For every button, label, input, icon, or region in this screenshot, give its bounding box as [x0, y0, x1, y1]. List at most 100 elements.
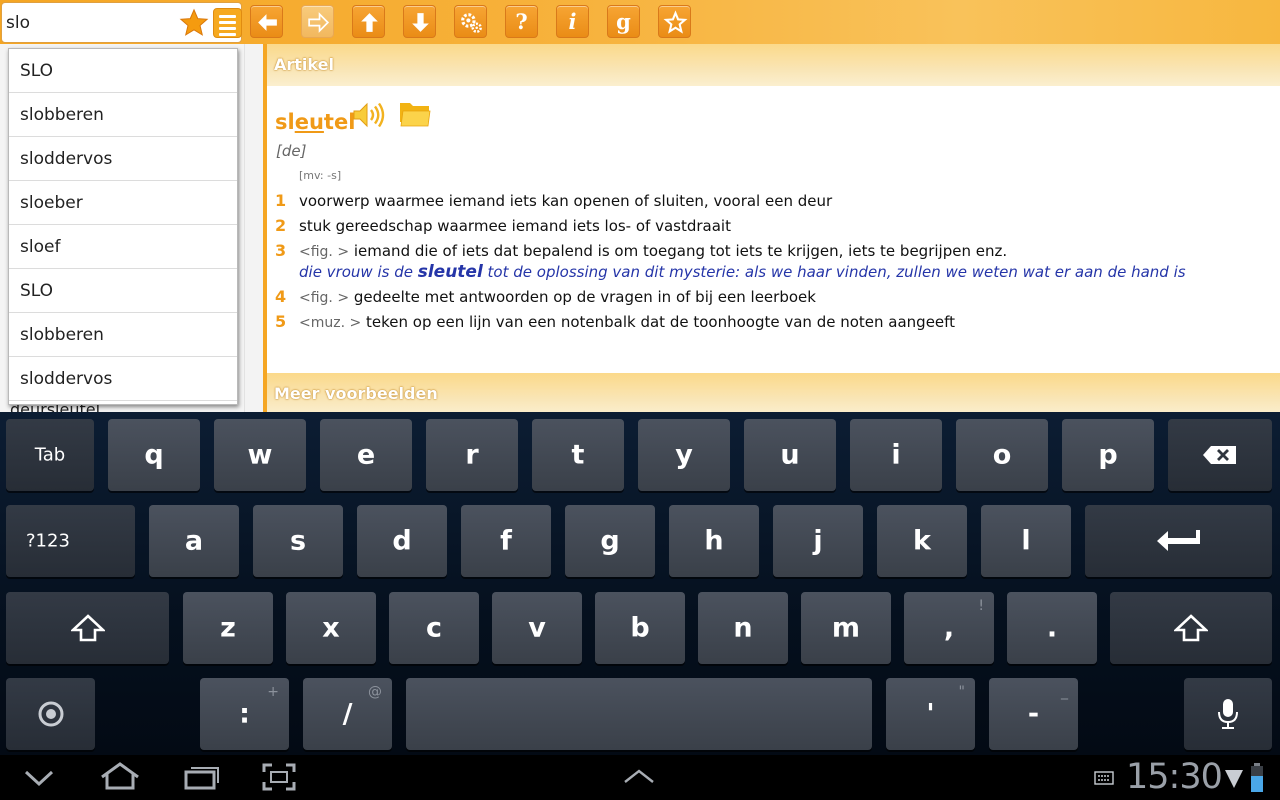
key-x[interactable]: x: [286, 592, 376, 664]
chevron-up-icon[interactable]: [622, 767, 656, 787]
suggestion-item[interactable]: sloddervos: [9, 137, 237, 181]
symbols-key[interactable]: ?123: [6, 505, 135, 577]
example-sentence: die vrouw is de sleutel tot de oplossing…: [299, 262, 1186, 282]
arrow-down-icon: [412, 13, 429, 32]
key-label: r: [465, 439, 479, 471]
key-s[interactable]: s: [253, 505, 343, 577]
key-e[interactable]: e: [320, 419, 412, 491]
suggestion-item[interactable]: SLO: [9, 49, 237, 93]
backspace-key[interactable]: [1168, 419, 1272, 491]
suggestion-item[interactable]: sloeber: [9, 181, 237, 225]
key-j[interactable]: j: [773, 505, 863, 577]
screenshot-icon[interactable]: [262, 763, 296, 791]
autocomplete-dropdown: SLO slobberen sloddervos sloeber sloef S…: [8, 48, 238, 405]
key-hyphen[interactable]: - _: [989, 678, 1078, 750]
more-examples-header[interactable]: Meer voorbeelden: [267, 373, 1280, 415]
article-header-label: Artikel: [274, 55, 334, 74]
key-c[interactable]: c: [389, 592, 479, 664]
info-button[interactable]: i: [556, 5, 589, 38]
key-alt-label: @: [368, 684, 382, 700]
grammar-button[interactable]: g: [607, 5, 640, 38]
key-g[interactable]: g: [565, 505, 655, 577]
key-y[interactable]: y: [638, 419, 730, 491]
key-h[interactable]: h: [669, 505, 759, 577]
speaker-icon[interactable]: [352, 101, 386, 129]
headword-part: sl: [275, 110, 295, 134]
sense-number: 2: [275, 216, 287, 235]
list-icon[interactable]: [213, 8, 242, 38]
folder-icon[interactable]: [399, 100, 431, 128]
search-box[interactable]: [1, 2, 242, 43]
key-label: d: [392, 525, 412, 557]
key-f[interactable]: f: [461, 505, 551, 577]
shift-key-left[interactable]: [6, 592, 169, 664]
key-apostrophe[interactable]: ' ": [886, 678, 975, 750]
sense-definition: stuk gereedschap waarmee iemand iets los…: [299, 217, 731, 235]
key-label: :: [239, 698, 250, 730]
key-v[interactable]: v: [492, 592, 582, 664]
key-colon[interactable]: : +: [200, 678, 289, 750]
arrow-right-icon: [308, 12, 330, 33]
hide-keyboard-icon[interactable]: [22, 765, 56, 789]
voice-input-key[interactable]: [1184, 678, 1272, 750]
back-button[interactable]: [250, 5, 283, 38]
key-b[interactable]: b: [595, 592, 685, 664]
sense-context: <muz. >: [299, 315, 362, 331]
suggestion-item[interactable]: slobberen: [9, 313, 237, 357]
word-list-scrollbar[interactable]: [244, 44, 263, 412]
shift-icon: [1174, 614, 1208, 642]
key-z[interactable]: z: [183, 592, 273, 664]
key-o[interactable]: o: [956, 419, 1048, 491]
settings-button[interactable]: [454, 5, 487, 38]
key-d[interactable]: d: [357, 505, 447, 577]
clock: 15:30: [1126, 757, 1223, 797]
key-l[interactable]: l: [981, 505, 1071, 577]
forward-button[interactable]: [301, 5, 334, 38]
up-button[interactable]: [352, 5, 385, 38]
sense-number: 4: [275, 287, 287, 306]
key-r[interactable]: r: [426, 419, 518, 491]
key-k[interactable]: k: [877, 505, 967, 577]
enter-icon: [1156, 530, 1200, 551]
shift-key-right[interactable]: [1110, 592, 1272, 664]
suggestion-item[interactable]: sloef: [9, 225, 237, 269]
soft-keyboard: Tab q w e r t y u i o p ?123 a s d f g h…: [0, 412, 1280, 755]
system-bar: 15:30: [0, 755, 1280, 800]
help-button[interactable]: ?: [505, 5, 538, 38]
sense-context: <fig. >: [299, 290, 350, 306]
suggestion-item[interactable]: slobberen: [9, 93, 237, 137]
key-label: v: [528, 612, 546, 644]
star-icon[interactable]: [179, 8, 209, 38]
headword-part: tel: [323, 110, 356, 134]
enter-key[interactable]: [1085, 505, 1272, 577]
recent-apps-icon[interactable]: [183, 763, 221, 791]
space-key[interactable]: [406, 678, 872, 750]
key-m[interactable]: m: [801, 592, 891, 664]
key-label: x: [322, 612, 340, 644]
key-alt-label: ": [958, 684, 965, 700]
key-label: j: [813, 525, 823, 557]
key-period[interactable]: .: [1007, 592, 1097, 664]
key-p[interactable]: p: [1062, 419, 1154, 491]
key-slash[interactable]: / @: [303, 678, 392, 750]
key-n[interactable]: n: [698, 592, 788, 664]
down-button[interactable]: [403, 5, 436, 38]
key-a[interactable]: a: [149, 505, 239, 577]
tab-key[interactable]: Tab: [6, 419, 94, 491]
key-t[interactable]: t: [532, 419, 624, 491]
settings-key[interactable]: [6, 678, 95, 750]
key-label: o: [992, 439, 1012, 471]
suggestion-item[interactable]: sloddervos: [9, 357, 237, 401]
key-label: ?123: [26, 530, 70, 552]
key-i[interactable]: i: [850, 419, 942, 491]
key-u[interactable]: u: [744, 419, 836, 491]
sense-text: iemand die of iets dat bepalend is om to…: [353, 242, 1008, 260]
backspace-icon: [1203, 446, 1236, 464]
key-w[interactable]: w: [214, 419, 306, 491]
search-input[interactable]: [6, 11, 171, 35]
home-icon[interactable]: [98, 761, 142, 791]
key-comma[interactable]: ,!: [904, 592, 994, 664]
key-q[interactable]: q: [108, 419, 200, 491]
favorite-button[interactable]: [658, 5, 691, 38]
suggestion-item[interactable]: SLO: [9, 269, 237, 313]
